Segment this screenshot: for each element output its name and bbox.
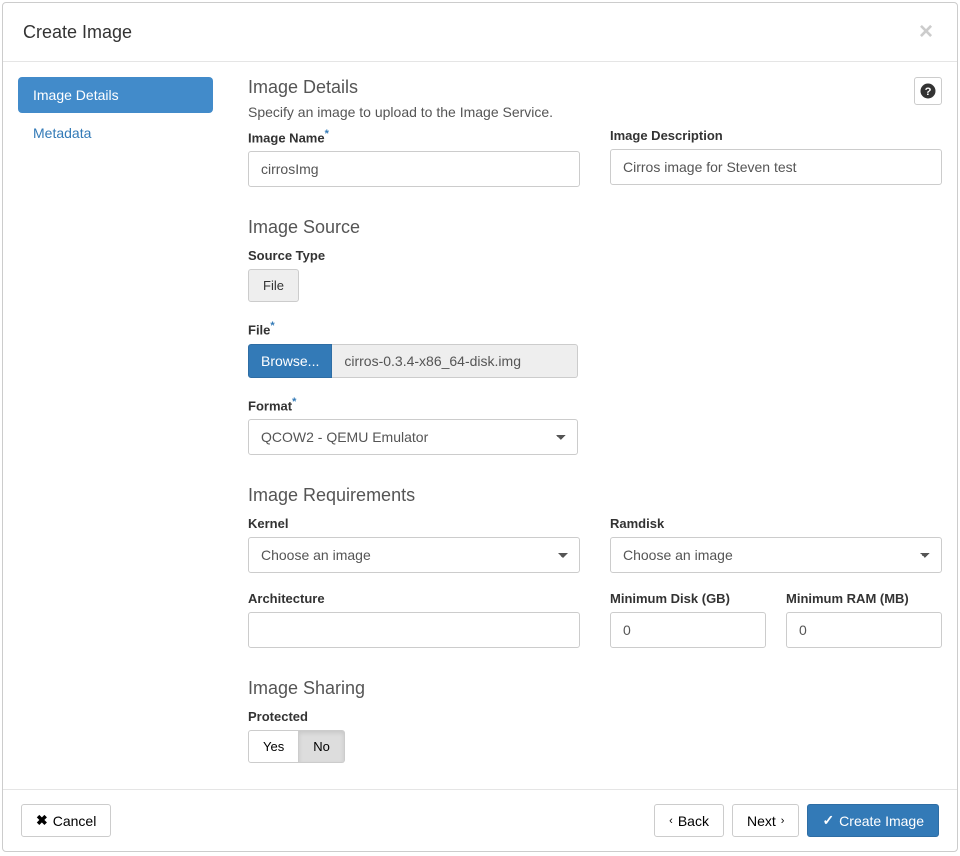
label-min-ram: Minimum RAM (MB)	[786, 591, 942, 606]
min-disk-input[interactable]	[610, 612, 766, 648]
section-title-source: Image Source	[248, 217, 942, 238]
image-description-input[interactable]	[610, 149, 942, 185]
create-image-modal: Create Image × Image Details Metadata ? …	[2, 2, 958, 852]
check-icon	[822, 812, 834, 829]
back-button[interactable]: ‹ Back	[654, 804, 724, 837]
next-button[interactable]: Next ›	[732, 804, 799, 837]
kernel-select[interactable]: Choose an image	[248, 537, 580, 573]
label-architecture: Architecture	[248, 591, 580, 606]
protected-yes-button[interactable]: Yes	[248, 730, 299, 763]
label-file: File*	[248, 320, 942, 337]
section-title-sharing: Image Sharing	[248, 678, 942, 699]
file-input-group: Browse... cirros-0.3.4-x86_64-disk.img	[248, 344, 578, 378]
modal-body: Image Details Metadata ? Image Details S…	[3, 62, 957, 789]
modal-header: Create Image ×	[3, 3, 957, 62]
cancel-button[interactable]: ✖ Cancel	[21, 804, 111, 837]
label-protected: Protected	[248, 709, 942, 724]
protected-no-button[interactable]: No	[299, 730, 345, 763]
label-kernel: Kernel	[248, 516, 580, 531]
sidebar-item-label: Metadata	[33, 125, 91, 141]
sidebar-item-metadata[interactable]: Metadata	[18, 115, 213, 151]
label-image-description: Image Description	[610, 128, 942, 143]
chevron-right-icon: ›	[781, 815, 785, 827]
label-ramdisk: Ramdisk	[610, 516, 942, 531]
ramdisk-select[interactable]: Choose an image	[610, 537, 942, 573]
modal-footer: ✖ Cancel ‹ Back Next › Create Image	[3, 789, 957, 851]
file-name-display: cirros-0.3.4-x86_64-disk.img	[332, 344, 578, 378]
required-star-icon: *	[325, 128, 329, 140]
x-icon: ✖	[36, 812, 48, 829]
label-image-name: Image Name*	[248, 128, 580, 145]
source-type-value[interactable]: File	[248, 269, 299, 302]
image-name-input[interactable]	[248, 151, 580, 187]
architecture-input[interactable]	[248, 612, 580, 648]
label-format: Format*	[248, 396, 942, 413]
section-title-requirements: Image Requirements	[248, 485, 942, 506]
svg-text:?: ?	[925, 86, 932, 98]
protected-toggle: Yes No	[248, 730, 345, 763]
section-subtitle: Specify an image to upload to the Image …	[248, 104, 942, 120]
min-ram-input[interactable]	[786, 612, 942, 648]
chevron-left-icon: ‹	[669, 815, 673, 827]
close-icon: ×	[919, 18, 933, 45]
sidebar-item-image-details[interactable]: Image Details	[18, 77, 213, 113]
modal-title: Create Image	[23, 22, 132, 43]
create-image-button[interactable]: Create Image	[807, 804, 939, 837]
section-title-details: Image Details	[248, 77, 942, 98]
label-source-type: Source Type	[248, 248, 942, 263]
help-button[interactable]: ?	[914, 77, 942, 105]
label-min-disk: Minimum Disk (GB)	[610, 591, 766, 606]
required-star-icon: *	[292, 396, 296, 408]
browse-button[interactable]: Browse...	[248, 344, 332, 378]
sidebar-item-label: Image Details	[33, 87, 119, 103]
wizard-content: ? Image Details Specify an image to uplo…	[228, 77, 942, 774]
wizard-sidebar: Image Details Metadata	[18, 77, 228, 774]
help-icon: ?	[919, 82, 937, 100]
format-select[interactable]: QCOW2 - QEMU Emulator	[248, 419, 578, 455]
close-button[interactable]: ×	[915, 18, 937, 46]
required-star-icon: *	[270, 320, 274, 332]
